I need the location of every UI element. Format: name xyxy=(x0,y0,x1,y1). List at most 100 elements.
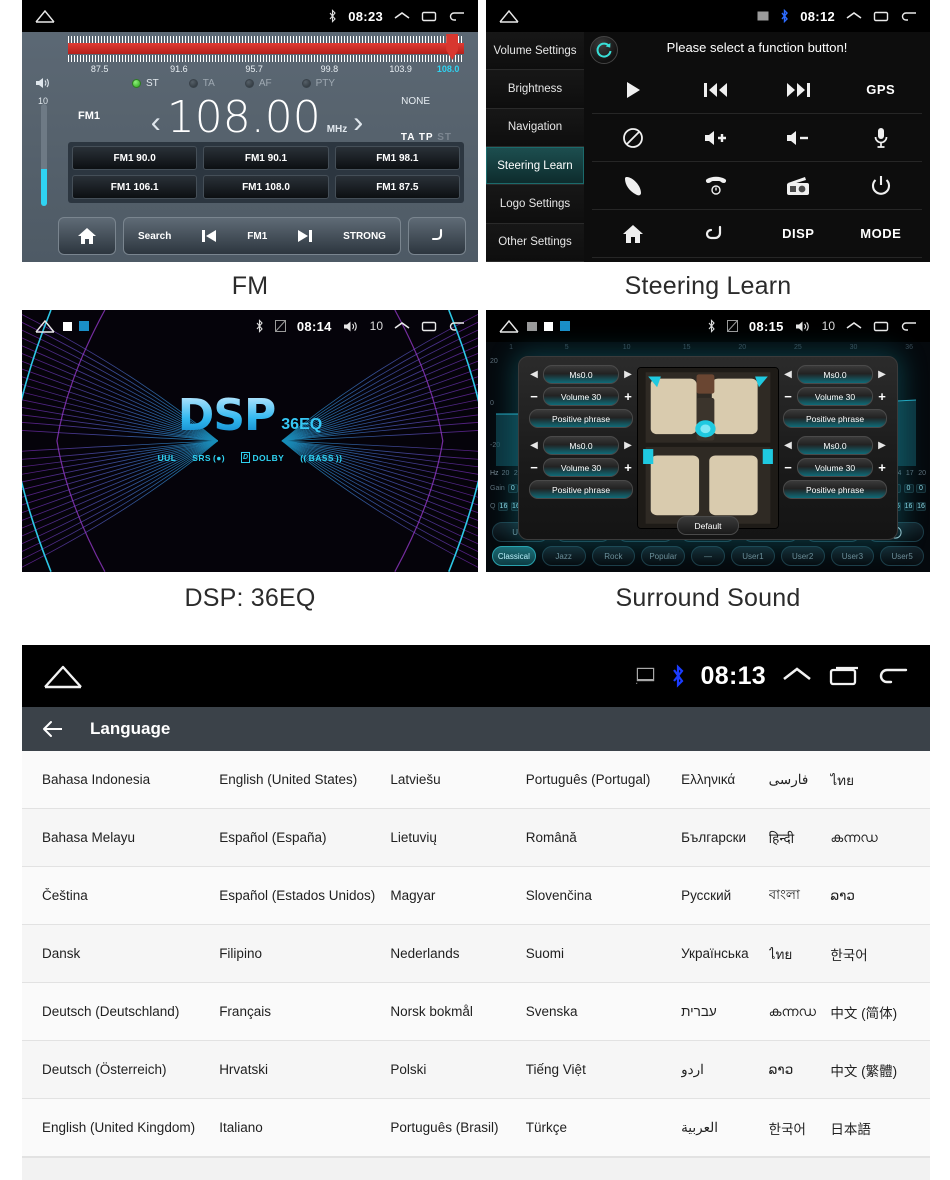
rear-left-phase-button[interactable]: Positive phrase xyxy=(529,480,633,499)
steering-button-microphone[interactable] xyxy=(839,114,922,162)
delay-decrease-button[interactable]: ◀ xyxy=(783,440,793,451)
language-option[interactable]: Deutsch (Österreich) xyxy=(42,1062,219,1077)
language-option[interactable]: Deutsch (Deutschland) xyxy=(42,1004,219,1019)
language-option[interactable]: 日本語 xyxy=(830,1118,910,1138)
chevron-up-icon[interactable] xyxy=(782,665,812,687)
back-arrow-icon[interactable] xyxy=(448,10,466,22)
language-option[interactable]: Ελληνικά xyxy=(681,772,769,787)
rear-right-phase-button[interactable]: Positive phrase xyxy=(783,480,887,499)
language-list[interactable]: Bahasa Indonesia English (United States)… xyxy=(22,751,930,1180)
language-option[interactable]: Bahasa Melayu xyxy=(42,830,219,845)
preset-button[interactable]: FM1 90.0 xyxy=(72,146,198,170)
language-option[interactable]: Čeština xyxy=(42,888,219,903)
default-button[interactable]: Default xyxy=(677,516,739,535)
menu-item-brightness[interactable]: Brightness xyxy=(486,70,584,109)
back-button[interactable] xyxy=(408,217,466,255)
preset-jazz[interactable]: Jazz xyxy=(541,546,586,566)
language-option[interactable]: اردو xyxy=(681,1062,769,1078)
language-option[interactable]: കന്നഡ xyxy=(830,830,910,846)
language-option[interactable]: ລາວ xyxy=(830,888,910,904)
language-option[interactable]: فارسی xyxy=(769,772,831,788)
language-option[interactable]: Русский xyxy=(681,888,769,903)
skip-next-icon[interactable] xyxy=(296,228,314,244)
fm-volume-slider[interactable] xyxy=(41,104,47,206)
chevron-up-icon[interactable] xyxy=(846,320,862,332)
chevron-up-icon[interactable] xyxy=(846,10,862,22)
search-button[interactable]: Search xyxy=(138,231,171,242)
home-outline-icon[interactable] xyxy=(498,319,520,333)
steering-button-power[interactable] xyxy=(839,162,922,210)
language-option[interactable]: Norsk bokmål xyxy=(390,1004,525,1019)
language-option[interactable]: Filipino xyxy=(219,946,390,961)
tune-up-button[interactable]: › xyxy=(353,108,363,138)
chevron-up-icon[interactable] xyxy=(394,10,410,22)
back-arrow-icon[interactable] xyxy=(876,664,910,688)
preset-button[interactable]: FM1 108.0 xyxy=(203,175,329,199)
home-outline-icon[interactable] xyxy=(498,9,520,23)
fm-tuning-scale[interactable] xyxy=(68,34,464,62)
steering-button-call-end[interactable] xyxy=(674,162,757,210)
preset-classical[interactable]: Classical xyxy=(492,546,536,566)
steering-button-call-answer[interactable] xyxy=(592,162,675,210)
steering-button-volume-down[interactable] xyxy=(757,114,840,162)
chevron-up-icon[interactable] xyxy=(394,320,410,332)
steering-button-next[interactable] xyxy=(757,66,840,114)
language-option[interactable]: English (United Kingdom) xyxy=(42,1120,219,1135)
language-option[interactable]: Українська xyxy=(681,946,769,961)
tune-down-button[interactable]: ‹ xyxy=(151,108,161,138)
language-option[interactable]: ລາວ xyxy=(769,1062,831,1078)
language-option[interactable]: 中文 (简体) xyxy=(830,1002,910,1022)
preset-button[interactable]: FM1 106.1 xyxy=(72,175,198,199)
delay-increase-button[interactable]: ▶ xyxy=(623,369,633,380)
delay-increase-button[interactable]: ▶ xyxy=(623,440,633,451)
recents-icon[interactable] xyxy=(421,320,437,332)
back-arrow-icon[interactable] xyxy=(448,320,466,332)
volume-decrease-button[interactable]: − xyxy=(529,460,539,475)
steering-button-gps[interactable]: GPS xyxy=(839,66,922,114)
delay-decrease-button[interactable]: ◀ xyxy=(783,369,793,380)
language-option[interactable]: Slovenčina xyxy=(526,888,681,903)
recents-icon[interactable] xyxy=(873,10,889,22)
language-option[interactable]: Tiếng Việt xyxy=(526,1062,681,1077)
front-right-phase-button[interactable]: Positive phrase xyxy=(783,409,887,428)
preset-button[interactable]: FM1 98.1 xyxy=(334,146,460,170)
steering-button-home[interactable] xyxy=(592,210,675,258)
preset-user1[interactable]: User1 xyxy=(731,546,775,566)
language-option[interactable]: ไทย xyxy=(830,769,910,791)
volume-decrease-button[interactable]: − xyxy=(529,389,539,404)
language-option[interactable]: ไทย xyxy=(769,943,831,965)
back-arrow-icon[interactable] xyxy=(900,320,918,332)
rds-ta[interactable]: TA xyxy=(188,78,215,89)
steering-button-mute[interactable] xyxy=(592,114,675,162)
language-option[interactable]: Română xyxy=(526,830,681,845)
volume-increase-button[interactable]: + xyxy=(623,389,633,404)
delay-increase-button[interactable]: ▶ xyxy=(877,369,887,380)
steering-button-radio[interactable] xyxy=(757,162,840,210)
skip-previous-icon[interactable] xyxy=(200,228,218,244)
delay-decrease-button[interactable]: ◀ xyxy=(529,369,539,380)
strong-button[interactable]: STRONG xyxy=(343,231,386,242)
recents-icon[interactable] xyxy=(421,10,437,22)
preset-button[interactable]: FM1 87.5 xyxy=(334,175,460,199)
language-option[interactable]: हिन्दी xyxy=(769,829,831,847)
language-option[interactable]: Hrvatski xyxy=(219,1062,390,1077)
home-outline-icon[interactable] xyxy=(34,319,56,333)
volume-decrease-button[interactable]: − xyxy=(783,389,793,404)
language-option[interactable]: Português (Brasil) xyxy=(390,1120,525,1135)
volume-increase-button[interactable]: + xyxy=(877,460,887,475)
preset-button[interactable]: FM1 90.1 xyxy=(203,146,329,170)
language-option[interactable]: Svenska xyxy=(526,1004,681,1019)
back-arrow-icon[interactable] xyxy=(900,10,918,22)
menu-item-steering-learn[interactable]: Steering Learn xyxy=(486,146,584,186)
preset-user2[interactable]: User2 xyxy=(780,546,825,566)
steering-button-return[interactable] xyxy=(674,210,757,258)
language-option[interactable]: Français xyxy=(219,1004,390,1019)
car-cabin-diagram[interactable] xyxy=(637,367,779,529)
language-option[interactable]: Español (España) xyxy=(219,830,390,845)
fm-band-button[interactable]: FM1 xyxy=(247,231,267,242)
language-option[interactable]: Suomi xyxy=(526,946,681,961)
volume-increase-button[interactable]: + xyxy=(877,389,887,404)
language-option[interactable]: English (United States) xyxy=(219,772,390,787)
language-option[interactable]: Magyar xyxy=(390,888,525,903)
menu-item-logo-settings[interactable]: Logo Settings xyxy=(486,185,584,224)
